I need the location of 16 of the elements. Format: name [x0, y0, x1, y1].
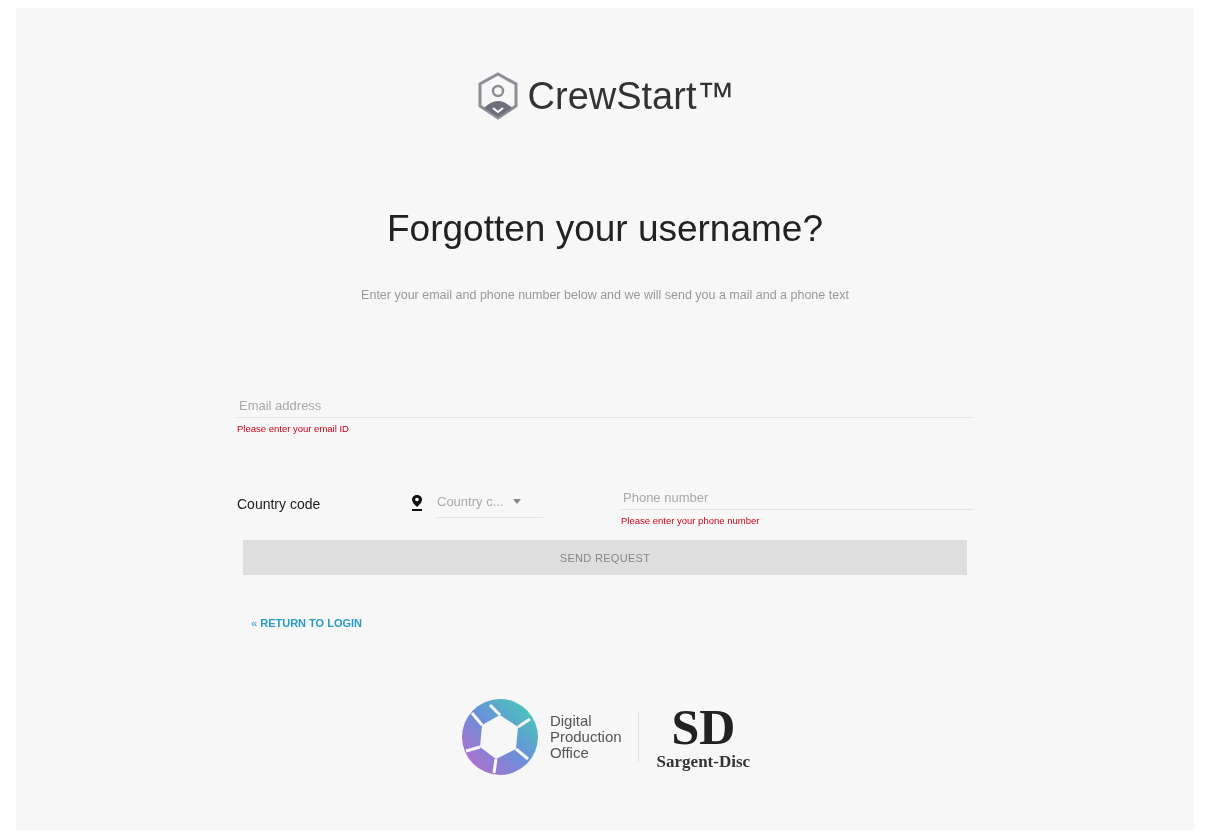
- monogram-logo: SD: [671, 702, 736, 752]
- location-pin-icon: [411, 494, 423, 512]
- phone-field[interactable]: Phone number: [621, 486, 973, 510]
- return-to-login-link[interactable]: « RETURN TO LOGIN: [251, 617, 363, 629]
- instruction-text: Enter your email and phone number below and we will send you a mail and a phone text: [361, 288, 849, 302]
- aperture-logo-icon: [459, 697, 540, 777]
- company-name: Sargent-Disc: [656, 752, 751, 772]
- error-message: Please enter your email ID: [237, 423, 350, 434]
- caret-icon: [513, 499, 522, 504]
- country-select[interactable]: Country c...: [437, 486, 543, 518]
- company-name: Digital Production Office: [549, 713, 622, 761]
- email-field[interactable]: Email address: [237, 394, 973, 418]
- error-message: Please enter your phone number: [621, 515, 761, 526]
- brand-name: CrewStart™: [527, 74, 735, 118]
- field-label: Country code: [237, 496, 322, 512]
- page-heading: Forgotten your username?: [387, 208, 823, 250]
